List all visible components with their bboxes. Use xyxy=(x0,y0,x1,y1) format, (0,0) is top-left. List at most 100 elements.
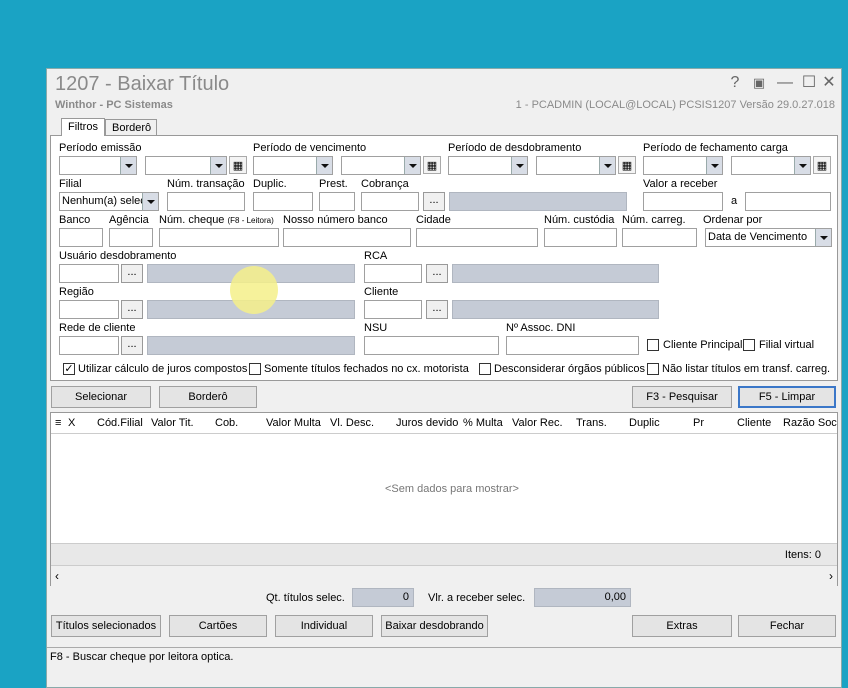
juros-compostos-checkbox[interactable]: ✓ xyxy=(63,363,75,375)
regiao-input[interactable] xyxy=(59,300,119,319)
col-razao-social[interactable]: Razão Social xyxy=(783,417,837,429)
banco-input[interactable] xyxy=(59,228,103,247)
calendar-icon[interactable]: ▦ xyxy=(423,156,441,174)
close-icon[interactable]: ✕ xyxy=(819,73,839,93)
col-perc-multa[interactable]: % Multa xyxy=(463,417,503,429)
rca-search-button[interactable]: ... xyxy=(426,264,448,283)
cobranca-input[interactable] xyxy=(361,192,419,211)
chevron-down-icon[interactable] xyxy=(210,157,226,174)
cidade-label: Cidade xyxy=(416,214,451,226)
col-cob[interactable]: Cob. xyxy=(215,417,238,429)
limpar-button[interactable]: F5 - Limpar xyxy=(738,386,836,408)
periodo-vencimento-start[interactable] xyxy=(253,156,333,175)
col-valor-rec[interactable]: Valor Rec. xyxy=(512,417,563,429)
chevron-down-icon[interactable] xyxy=(815,229,831,246)
usuario-desdobramento-input[interactable] xyxy=(59,264,119,283)
rca-description xyxy=(452,264,659,283)
calendar-icon[interactable]: ▦ xyxy=(618,156,636,174)
usuario-desdobramento-label: Usuário desdobramento xyxy=(59,250,177,262)
col-cliente[interactable]: Cliente xyxy=(737,417,771,429)
filial-virtual-checkbox[interactable] xyxy=(743,339,755,351)
regiao-search-button[interactable]: ... xyxy=(121,300,143,319)
periodo-emissao-end[interactable] xyxy=(145,156,227,175)
pesquisar-button[interactable]: F3 - Pesquisar xyxy=(632,386,732,408)
col-juros-devido[interactable]: Juros devido xyxy=(396,417,458,429)
usuario-search-button[interactable]: ... xyxy=(121,264,143,283)
rca-input[interactable] xyxy=(364,264,422,283)
rede-search-button[interactable]: ... xyxy=(121,336,143,355)
nsu-input[interactable] xyxy=(364,336,499,355)
grid-menu-icon[interactable]: ≡ xyxy=(55,417,61,429)
rca-label: RCA xyxy=(364,250,388,262)
extras-button[interactable]: Extras xyxy=(632,615,732,637)
calendar-icon[interactable]: ▦ xyxy=(813,156,831,174)
col-valor-multa[interactable]: Valor Multa xyxy=(266,417,321,429)
periodo-fechamento-end[interactable] xyxy=(731,156,811,175)
bordero-button[interactable]: Borderô xyxy=(159,386,257,408)
periodo-fechamento-start[interactable] xyxy=(643,156,723,175)
col-pr[interactable]: Pr xyxy=(693,417,704,429)
agencia-input[interactable] xyxy=(109,228,153,247)
filial-select[interactable]: Nenhum(a) selec xyxy=(59,192,159,211)
duplic-input[interactable] xyxy=(253,192,313,211)
periodo-emissao-start[interactable] xyxy=(59,156,137,175)
periodo-vencimento-end[interactable] xyxy=(341,156,421,175)
somente-fechados-checkbox[interactable] xyxy=(249,363,261,375)
ordenar-por-select[interactable]: Data de Vencimento xyxy=(705,228,832,247)
fechar-button[interactable]: Fechar xyxy=(738,615,836,637)
num-cheque-input[interactable] xyxy=(159,228,279,247)
chevron-down-icon[interactable] xyxy=(120,157,136,174)
num-transacao-input[interactable] xyxy=(167,192,245,211)
col-cod-filial[interactable]: Cód.Filial xyxy=(97,417,143,429)
grid-header: ≡ X Cód.Filial Valor Tit. Cob. Valor Mul… xyxy=(51,413,837,434)
scroll-left-icon[interactable]: ‹ xyxy=(55,569,59,583)
valor-receber-end[interactable] xyxy=(745,192,831,211)
rede-cliente-input[interactable] xyxy=(59,336,119,355)
help-icon[interactable]: ? xyxy=(725,73,745,93)
periodo-desdobramento-start[interactable] xyxy=(448,156,528,175)
calendar-icon[interactable]: ▦ xyxy=(229,156,247,174)
valor-receber-start[interactable] xyxy=(643,192,723,211)
individual-button[interactable]: Individual xyxy=(275,615,373,637)
col-vl-desc[interactable]: Vl. Desc. xyxy=(330,417,374,429)
cliente-principal-checkbox[interactable] xyxy=(647,339,659,351)
col-x[interactable]: X xyxy=(68,417,75,429)
nosso-numero-input[interactable] xyxy=(283,228,411,247)
num-custodia-input[interactable] xyxy=(544,228,617,247)
prest-input[interactable] xyxy=(319,192,355,211)
baixar-desdobrando-button[interactable]: Baixar desdobrando xyxy=(381,615,488,637)
chevron-down-icon[interactable] xyxy=(599,157,615,174)
col-duplic[interactable]: Duplic xyxy=(629,417,660,429)
chevron-down-icon[interactable] xyxy=(404,157,420,174)
selecionar-button[interactable]: Selecionar xyxy=(51,386,151,408)
desconsiderar-orgaos-checkbox[interactable] xyxy=(479,363,491,375)
horizontal-scrollbar[interactable]: ‹ › xyxy=(51,565,837,586)
chevron-down-icon[interactable] xyxy=(316,157,332,174)
agencia-label: Agência xyxy=(109,214,149,226)
cobranca-search-button[interactable]: ... xyxy=(423,192,445,211)
cidade-input[interactable] xyxy=(416,228,538,247)
chevron-down-icon[interactable] xyxy=(706,157,722,174)
col-valor-tit[interactable]: Valor Tit. xyxy=(151,417,194,429)
periodo-desdobramento-end[interactable] xyxy=(536,156,616,175)
minimize-icon[interactable]: — xyxy=(775,73,795,93)
nao-listar-checkbox[interactable] xyxy=(647,363,659,375)
col-trans[interactable]: Trans. xyxy=(576,417,607,429)
cliente-input[interactable] xyxy=(364,300,422,319)
restore-icon[interactable]: ▣ xyxy=(749,73,769,93)
chevron-down-icon[interactable] xyxy=(511,157,527,174)
chevron-down-icon[interactable] xyxy=(142,193,158,210)
tab-bordero[interactable]: Borderô xyxy=(105,119,157,135)
assoc-dni-input[interactable] xyxy=(506,336,639,355)
cartoes-button[interactable]: Cartões xyxy=(169,615,267,637)
tab-filtros[interactable]: Filtros xyxy=(61,118,105,136)
scroll-right-icon[interactable]: › xyxy=(829,569,833,583)
periodo-fechamento-label: Período de fechamento carga xyxy=(643,142,788,154)
maximize-icon[interactable]: ☐ xyxy=(799,73,819,93)
titulos-selecionados-button[interactable]: Títulos selecionados xyxy=(51,615,161,637)
num-carreg-input[interactable] xyxy=(622,228,697,247)
duplic-label: Duplic. xyxy=(253,178,287,190)
chevron-down-icon[interactable] xyxy=(794,157,810,174)
periodo-desdobramento-label: Período de desdobramento xyxy=(448,142,582,154)
cliente-search-button[interactable]: ... xyxy=(426,300,448,319)
